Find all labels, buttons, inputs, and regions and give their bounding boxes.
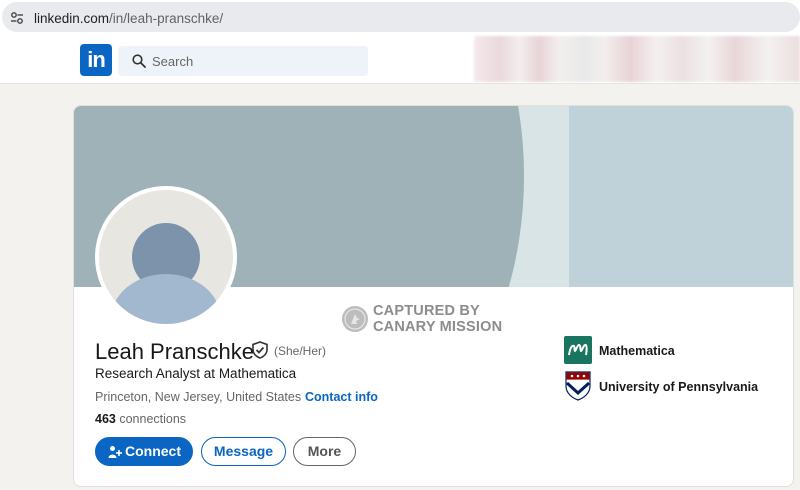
url-path: /in/leah-pranschke/: [109, 11, 224, 26]
school-name: University of Pennsylvania: [599, 380, 759, 394]
search-input[interactable]: [152, 46, 362, 76]
url-host: linkedin.com: [34, 11, 110, 26]
verified-shield-icon[interactable]: [251, 341, 269, 359]
watermark-line-1: CAPTURED BY: [373, 303, 480, 319]
watermark-line-2: CANARY MISSION: [373, 319, 503, 335]
search-icon: [132, 54, 146, 68]
contact-info-link[interactable]: Contact info: [305, 390, 378, 404]
mathematica-logo-icon: [564, 336, 592, 364]
profile-pronouns: (She/Her): [274, 344, 327, 358]
company-name: Mathematica: [599, 344, 675, 358]
connections-count: 463: [95, 412, 116, 426]
profile-headline: Research Analyst at Mathematica: [95, 366, 297, 381]
connect-label: Connect: [125, 443, 181, 459]
avatar-body: [111, 274, 221, 324]
message-button[interactable]: Message: [201, 437, 286, 466]
url-field[interactable]: linkedin.com/in/leah-pranschke/: [2, 2, 800, 32]
connections-link[interactable]: 463 connections: [95, 412, 186, 426]
search-box[interactable]: [118, 46, 368, 76]
blurred-nav-icons: [474, 36, 800, 82]
canary-bird-icon: [342, 306, 368, 332]
penn-shield-icon: [565, 371, 591, 401]
browser-address-bar: linkedin.com/in/leah-pranschke/: [0, 0, 800, 36]
linkedin-top-nav: in: [0, 36, 800, 84]
profile-avatar[interactable]: [95, 186, 237, 328]
add-person-icon: [108, 446, 122, 458]
linkedin-logo-icon[interactable]: in: [80, 44, 112, 76]
profile-location: Princeton, New Jersey, United States ·: [95, 390, 309, 404]
connect-button[interactable]: Connect: [95, 437, 193, 466]
more-button[interactable]: More: [293, 437, 356, 466]
site-settings-icon[interactable]: [10, 11, 24, 25]
url-text[interactable]: linkedin.com/in/leah-pranschke/: [34, 11, 223, 26]
profile-name: Leah Pranschke: [95, 339, 254, 364]
connections-label: connections: [115, 412, 187, 426]
